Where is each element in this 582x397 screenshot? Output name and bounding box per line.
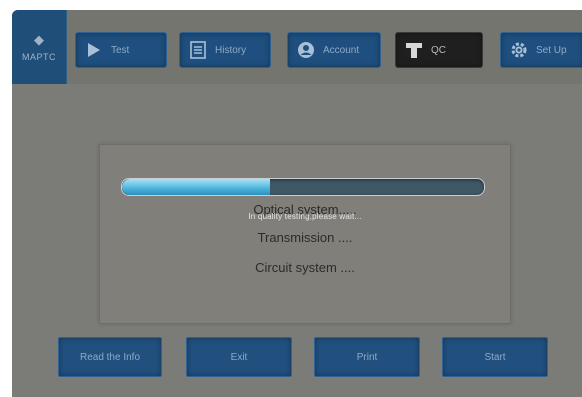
- circuit-system-status: Circuit system ....: [255, 260, 355, 275]
- print-button[interactable]: Print: [314, 337, 420, 377]
- tab-test[interactable]: Test: [75, 32, 167, 68]
- app-window: ◆ MAPTC Test History Account QC Set Up O…: [12, 10, 582, 397]
- tab-account[interactable]: Account: [287, 32, 381, 68]
- home-button[interactable]: ◆ MAPTC: [12, 10, 67, 84]
- read-info-button[interactable]: Read the Info: [58, 337, 162, 377]
- tab-history[interactable]: History: [179, 32, 271, 68]
- progress-bar: [121, 178, 485, 196]
- tab-setup[interactable]: Set Up: [500, 32, 582, 68]
- gear-icon: [510, 41, 528, 59]
- progress-fill: [122, 179, 271, 195]
- tab-qc-label: QC: [431, 44, 446, 56]
- history-icon: [189, 41, 207, 59]
- testing-message: In quality testing,please wait...: [248, 212, 362, 221]
- start-button[interactable]: Start: [442, 337, 548, 377]
- home-icon: ◆: [34, 31, 44, 47]
- exit-button[interactable]: Exit: [186, 337, 292, 377]
- tab-setup-label: Set Up: [536, 44, 567, 56]
- home-label: MAPTC: [22, 51, 56, 62]
- play-icon: [85, 41, 103, 59]
- account-icon: [297, 41, 315, 59]
- qc-icon: [405, 41, 423, 59]
- tab-account-label: Account: [323, 44, 360, 56]
- tab-test-label: Test: [111, 44, 130, 56]
- transmission-status: Transmission ....: [257, 230, 353, 245]
- tab-history-label: History: [215, 44, 247, 56]
- qc-progress-dialog: Optical system..... In quality testing,p…: [99, 144, 511, 324]
- top-navigation: ◆ MAPTC Test History Account QC Set Up: [12, 10, 582, 84]
- tab-qc[interactable]: QC: [395, 32, 483, 68]
